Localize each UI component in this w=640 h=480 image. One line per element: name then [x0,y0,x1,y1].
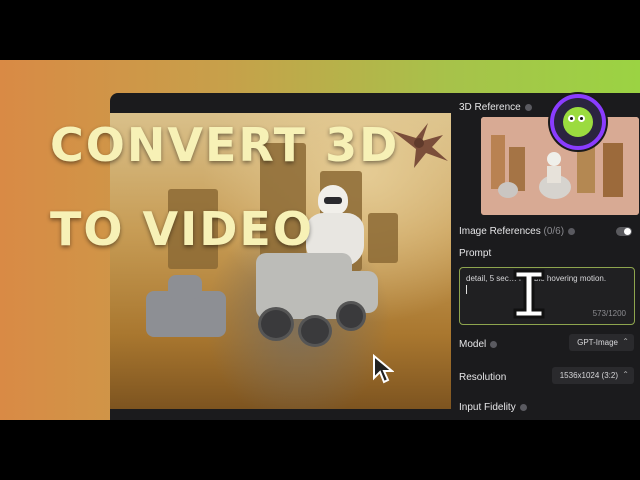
overlay-title-line-1: CONVERT 3D [50,118,400,172]
input-fidelity-label: Input Fidelity [459,402,516,413]
info-icon [519,403,527,411]
resolution-heading: Resolution [459,372,507,383]
info-icon [490,340,498,348]
background-robot [168,275,202,299]
letterbox-top [0,0,640,60]
hover-wheel [336,301,366,331]
rider-visor [324,197,342,204]
input-fidelity-heading: Input Fidelity [459,402,527,413]
model-heading: Model [459,339,498,350]
image-references-count: (0/6) [543,226,565,237]
info-icon [524,103,532,111]
rock-spire [368,213,398,263]
prompt-counter: 573/1200 [592,309,626,318]
hover-wheel [258,307,294,341]
text-ibeam-icon [513,269,545,319]
overlay-title-line-2: TO VIDEO [50,202,314,256]
logo-eye [578,115,585,122]
letterbox-bottom [0,420,640,480]
logo-eye [568,115,575,122]
logo-face [563,107,593,137]
mushroom-mascot-icon [550,94,606,150]
text-caret [466,285,467,294]
image-references-label: Image References [459,226,541,237]
mouse-pointer-icon [373,354,394,384]
reference-label: 3D Reference [459,102,521,113]
model-label: Model [459,339,487,350]
image-references-toggle[interactable] [616,227,632,236]
prompt-textarea[interactable]: detail, 5 sec… f stable hovering motion.… [459,267,635,325]
hover-wheel [298,315,332,347]
image-references-heading: Image References (0/6) [459,226,576,237]
reference-heading: 3D Reference [459,102,532,113]
prompt-heading: Prompt [459,248,492,259]
model-select[interactable]: GPT-Image [569,333,634,351]
video-frame: 3D Reference Image References (0/6) Prom… [0,60,640,420]
settings-panel: 3D Reference Image References (0/6) Prom… [451,93,640,420]
resolution-select[interactable]: 1536x1024 (3:2) [551,366,634,384]
info-icon [568,227,576,235]
